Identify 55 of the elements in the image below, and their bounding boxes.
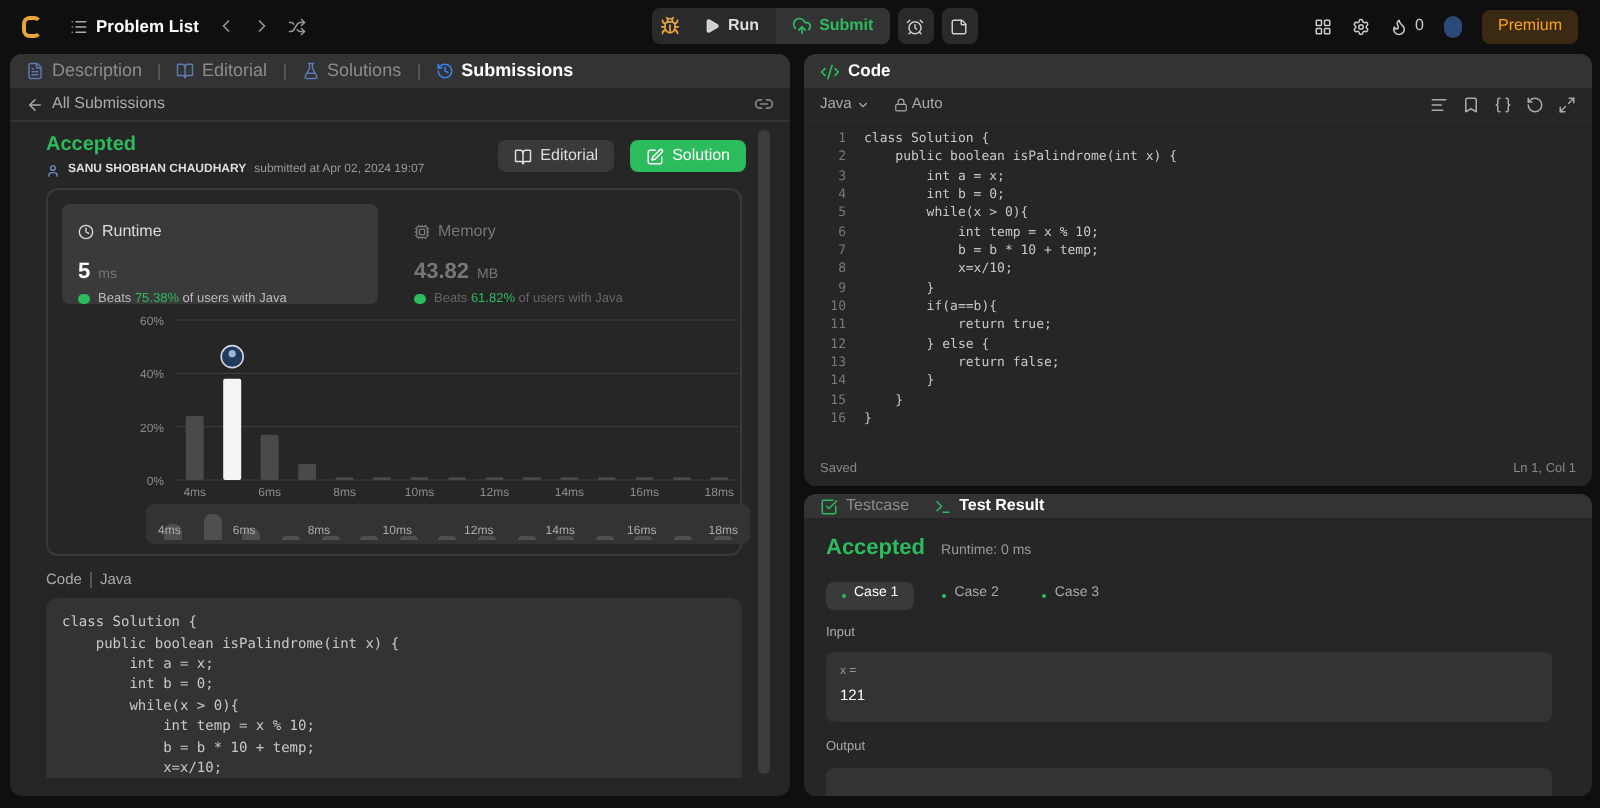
list-icon — [70, 17, 88, 35]
shuffle-icon[interactable] — [288, 17, 307, 35]
play-icon — [704, 18, 720, 34]
clock-icon — [78, 224, 94, 240]
tab-icon — [26, 62, 44, 80]
pen-icon — [646, 147, 665, 165]
panel-tab[interactable]: Solutions — [301, 57, 402, 85]
grid-icon[interactable] — [1313, 17, 1332, 35]
stat-label: Runtime — [102, 220, 162, 244]
link-icon[interactable] — [754, 94, 774, 114]
highlighted-bar[interactable] — [223, 378, 242, 480]
panel-tab[interactable]: Test Result — [933, 494, 1045, 518]
status-text: Accepted — [46, 132, 139, 160]
expand-icon[interactable] — [1558, 95, 1576, 113]
back-link[interactable]: All Submissions — [26, 92, 165, 116]
reset-icon[interactable] — [1526, 95, 1544, 113]
streak-count: 0 — [1415, 14, 1424, 38]
cloud-upload-icon — [791, 16, 812, 36]
logo-icon[interactable] — [22, 15, 42, 37]
caret-icon — [855, 97, 870, 111]
timer-button[interactable] — [897, 8, 934, 44]
panel-tab[interactable]: Description — [26, 57, 143, 85]
notes-button[interactable] — [941, 8, 978, 44]
avatar-icon — [220, 344, 244, 369]
panel-title: Code — [848, 58, 891, 84]
settings-icon[interactable] — [1351, 17, 1370, 35]
tab-icon — [933, 497, 952, 515]
run-button[interactable]: Run — [688, 8, 776, 44]
premium-button[interactable]: Premium — [1481, 9, 1578, 43]
problem-list-link[interactable]: Problem List — [96, 13, 199, 39]
panel-tab[interactable]: Testcase — [820, 494, 910, 518]
lock-icon — [893, 97, 908, 111]
panel-tab[interactable]: Editorial — [176, 57, 268, 85]
result-status: Accepted — [826, 534, 926, 564]
back-arrow-icon — [26, 95, 44, 113]
flame-icon[interactable] — [1389, 17, 1408, 35]
panel-tab[interactable]: Submissions — [435, 57, 574, 85]
code-icon — [820, 61, 840, 81]
chip-icon — [414, 224, 430, 240]
tab-icon — [301, 62, 320, 80]
tab-icon — [820, 497, 838, 515]
alarm-clock-icon — [906, 17, 925, 35]
editorial-button[interactable]: Editorial — [498, 140, 615, 172]
stat-label: Memory — [438, 220, 496, 244]
bookmark-icon[interactable] — [1462, 95, 1480, 113]
format-icon[interactable] — [1430, 95, 1448, 113]
book-icon — [514, 147, 533, 165]
stat-value: 43.82 — [414, 258, 470, 288]
submit-button[interactable]: Submit — [775, 8, 890, 44]
tab-icon — [176, 62, 195, 80]
note-icon — [950, 17, 969, 35]
tab-icon — [435, 62, 454, 80]
braces-icon[interactable] — [1494, 95, 1512, 113]
stat-value: 5 — [78, 258, 91, 288]
avatar-icon — [46, 164, 60, 178]
